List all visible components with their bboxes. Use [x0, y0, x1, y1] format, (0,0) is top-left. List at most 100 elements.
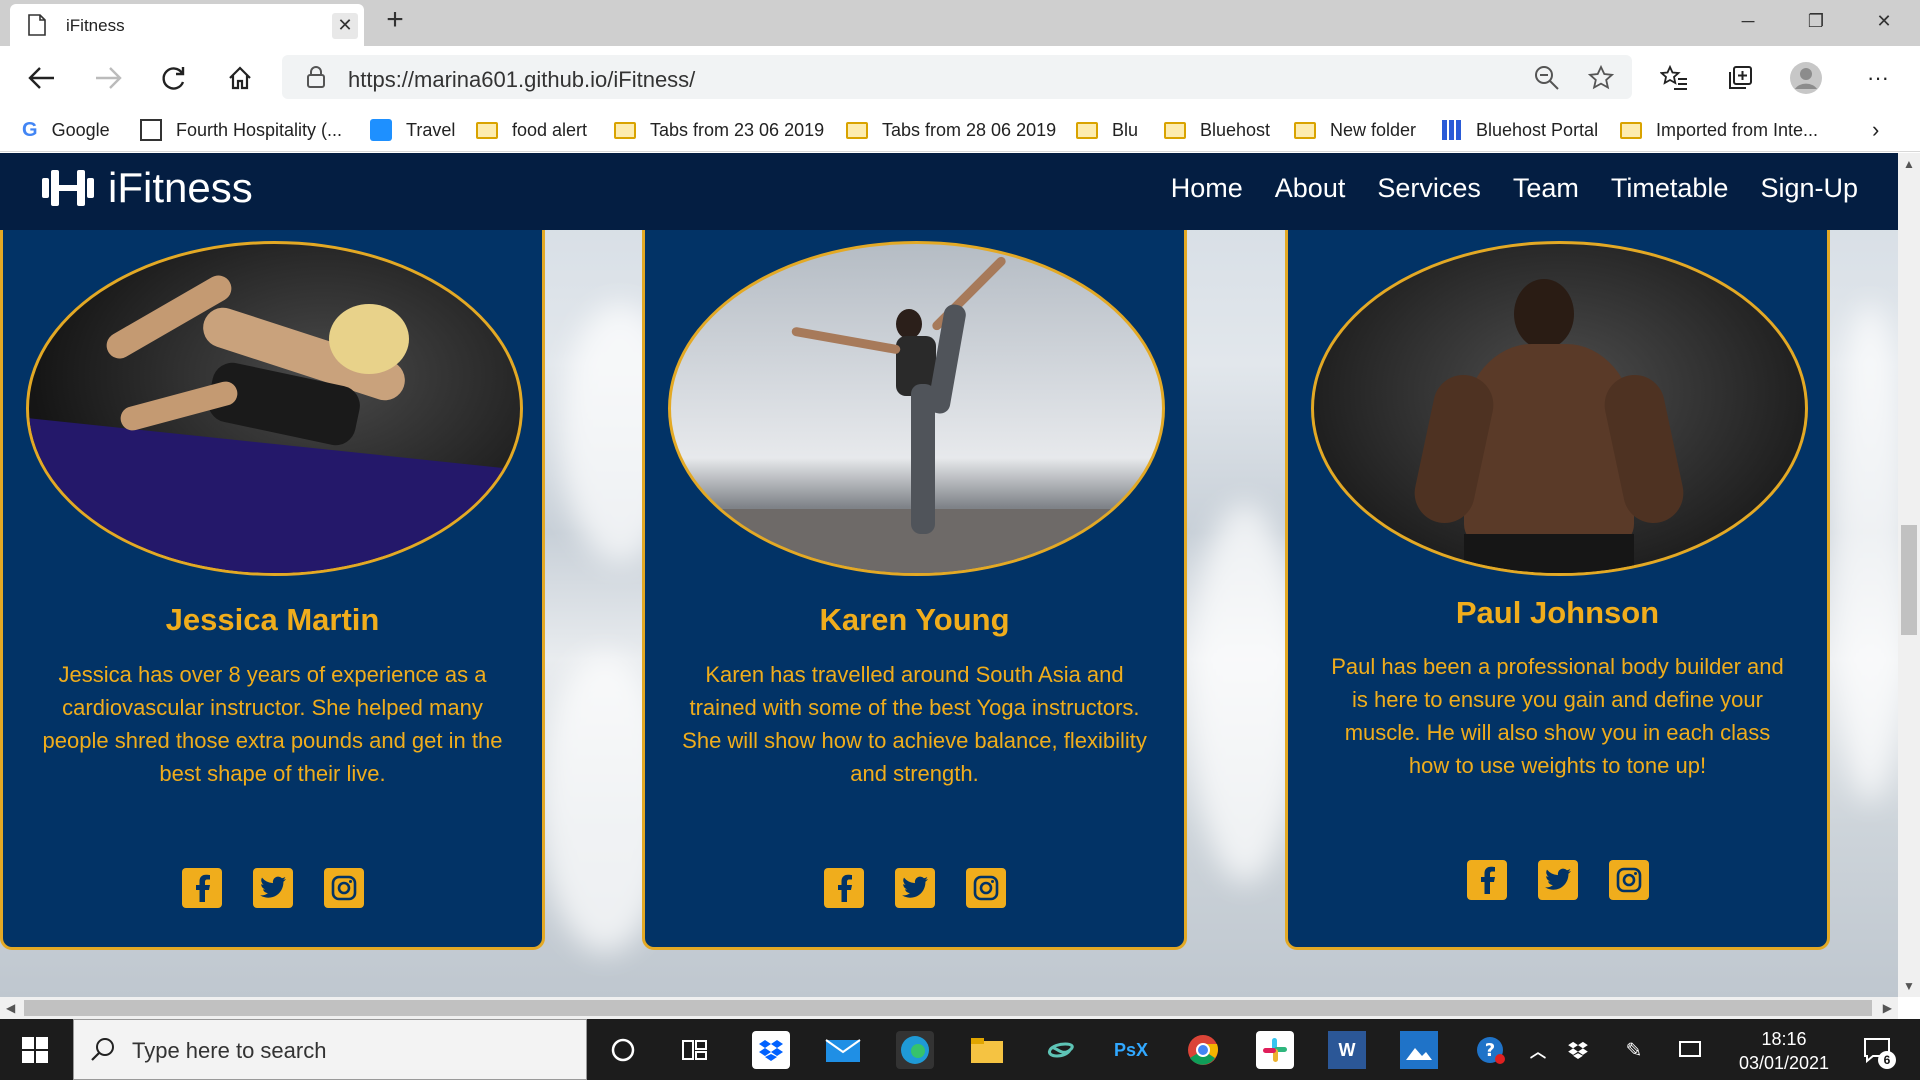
- word-icon[interactable]: W: [1328, 1031, 1366, 1069]
- nav-signup[interactable]: Sign-Up: [1760, 173, 1858, 204]
- refresh-icon[interactable]: [156, 60, 192, 96]
- close-tab-icon[interactable]: ✕: [332, 13, 358, 39]
- trainer-name: Jessica Martin: [165, 602, 380, 637]
- horizontal-scroll-thumb[interactable]: [24, 1000, 1872, 1016]
- edge-browser-icon[interactable]: [896, 1031, 934, 1069]
- bookmark-tabs-28[interactable]: Tabs from 28 06 2019: [846, 116, 1056, 144]
- twitter-icon[interactable]: [894, 868, 935, 908]
- facebook-icon[interactable]: [1466, 860, 1507, 900]
- more-menu-icon[interactable]: ···: [1860, 60, 1896, 96]
- bookmark-blu[interactable]: Blu: [1076, 116, 1138, 144]
- twitter-icon[interactable]: [1537, 860, 1578, 900]
- system-clock[interactable]: 18:16 03/01/2021: [1728, 1027, 1840, 1075]
- tab-bar: iFitness ✕ + ─ ❐ ✕: [0, 0, 1920, 46]
- site-navbar: iFitness Home About Services Team Timeta…: [0, 153, 1898, 230]
- folder-icon: [614, 121, 636, 139]
- bookmark-bluehost-portal[interactable]: Bluehost Portal: [1442, 116, 1598, 144]
- scroll-up-icon[interactable]: ▲: [1898, 157, 1920, 171]
- instagram-icon[interactable]: [323, 868, 364, 908]
- twitter-icon[interactable]: [252, 868, 293, 908]
- help-icon[interactable]: ?: [1472, 1031, 1510, 1069]
- address-bar[interactable]: https://marina601.github.io/iFitness/: [282, 55, 1632, 99]
- browser-tab[interactable]: iFitness ✕: [10, 4, 364, 46]
- slack-icon[interactable]: [1256, 1031, 1294, 1069]
- home-icon[interactable]: [222, 60, 258, 96]
- dumbbell-icon: [42, 170, 94, 206]
- bookmark-google[interactable]: G Google: [22, 116, 110, 144]
- nav-about[interactable]: About: [1275, 173, 1346, 204]
- trainer-photo: [26, 241, 523, 576]
- bookmark-travel[interactable]: Travel: [370, 116, 455, 144]
- trainer-name: Paul Johnson: [1455, 595, 1660, 630]
- chevron-right-icon[interactable]: ›: [1872, 116, 1879, 144]
- cloud-background: [1190, 503, 1300, 883]
- show-hidden-icons[interactable]: ︿: [1526, 1031, 1550, 1069]
- bookmark-tabs-23[interactable]: Tabs from 23 06 2019: [614, 116, 824, 144]
- scroll-down-icon[interactable]: ▼: [1898, 979, 1920, 993]
- folder-icon: [1164, 121, 1186, 139]
- scroll-left-icon[interactable]: ◀: [6, 1001, 15, 1015]
- bookmark-food-alert[interactable]: food alert: [476, 116, 587, 144]
- cloud-background: [1830, 303, 1898, 803]
- photos-icon[interactable]: [1400, 1031, 1438, 1069]
- nav-home[interactable]: Home: [1171, 173, 1243, 204]
- bookmark-imported[interactable]: Imported from Inte...: [1620, 116, 1818, 144]
- scroll-thumb[interactable]: [1901, 525, 1917, 635]
- scroll-right-icon[interactable]: ▶: [1883, 1001, 1892, 1015]
- social-links: [645, 868, 1184, 908]
- document-icon: [28, 14, 46, 36]
- favorite-star-icon[interactable]: [1588, 65, 1614, 91]
- back-icon[interactable]: [24, 60, 60, 96]
- brand-logo[interactable]: iFitness: [40, 164, 253, 212]
- folder-icon: [476, 121, 498, 139]
- folder-icon: [1620, 121, 1642, 139]
- display-icon[interactable]: [1676, 1031, 1704, 1069]
- tab-title: iFitness: [66, 16, 125, 35]
- cortana-icon[interactable]: [604, 1031, 642, 1069]
- file-explorer-icon[interactable]: [968, 1031, 1006, 1069]
- collections-icon[interactable]: [1722, 60, 1758, 96]
- restore-icon[interactable]: ❐: [1784, 0, 1848, 44]
- facebook-icon[interactable]: [181, 868, 222, 908]
- photoshop-express-icon[interactable]: PsX: [1112, 1031, 1150, 1069]
- task-view-icon[interactable]: [676, 1031, 714, 1069]
- horizontal-scrollbar[interactable]: ◀ ▶: [0, 997, 1898, 1019]
- facebook-icon[interactable]: [823, 868, 864, 908]
- search-icon: [91, 1038, 114, 1061]
- notifications-icon[interactable]: 6: [1858, 1031, 1896, 1069]
- favorites-icon[interactable]: [1656, 60, 1692, 96]
- travel-icon: [370, 119, 392, 141]
- bookmarks-bar: G Google Fourth Hospitality (... Travel …: [0, 108, 1920, 152]
- notification-count: 6: [1878, 1051, 1896, 1069]
- nav-team[interactable]: Team: [1513, 173, 1579, 204]
- forward-icon[interactable]: [90, 60, 126, 96]
- bookmark-fourth-hospitality[interactable]: Fourth Hospitality (...: [140, 116, 342, 144]
- bookmark-new-folder[interactable]: New folder: [1294, 116, 1416, 144]
- chrome-icon[interactable]: [1184, 1031, 1222, 1069]
- windows-start-icon[interactable]: [16, 1031, 54, 1069]
- taskbar-search-box[interactable]: Type here to search: [73, 1019, 587, 1080]
- trainer-photo: [668, 241, 1165, 576]
- new-tab-button[interactable]: +: [380, 5, 410, 36]
- team-card: Jessica Martin Jessica has over 8 years …: [0, 203, 545, 950]
- minimize-icon[interactable]: ─: [1716, 0, 1780, 44]
- infinity-app-icon[interactable]: [1040, 1031, 1078, 1069]
- dropbox-tray-icon[interactable]: [1564, 1031, 1592, 1069]
- instagram-icon[interactable]: [965, 868, 1006, 908]
- grid-logo-icon: [140, 119, 162, 141]
- folder-icon: [846, 121, 868, 139]
- pen-icon[interactable]: ✎: [1620, 1031, 1648, 1069]
- nav-timetable[interactable]: Timetable: [1611, 173, 1729, 204]
- team-card: Paul Johnson Paul has been a professiona…: [1285, 203, 1830, 950]
- vertical-scrollbar[interactable]: ▲ ▼: [1898, 153, 1920, 997]
- profile-avatar-icon[interactable]: [1788, 60, 1824, 96]
- dropbox-icon[interactable]: [752, 1031, 790, 1069]
- close-window-icon[interactable]: ✕: [1852, 0, 1916, 44]
- instagram-icon[interactable]: [1608, 860, 1649, 900]
- page-viewport: iFitness Home About Services Team Timeta…: [0, 153, 1898, 997]
- bookmark-bluehost[interactable]: Bluehost: [1164, 116, 1270, 144]
- clock-date: 03/01/2021: [1738, 1053, 1830, 1073]
- mail-icon[interactable]: [824, 1031, 862, 1069]
- nav-services[interactable]: Services: [1377, 173, 1481, 204]
- zoom-icon[interactable]: [1534, 65, 1560, 91]
